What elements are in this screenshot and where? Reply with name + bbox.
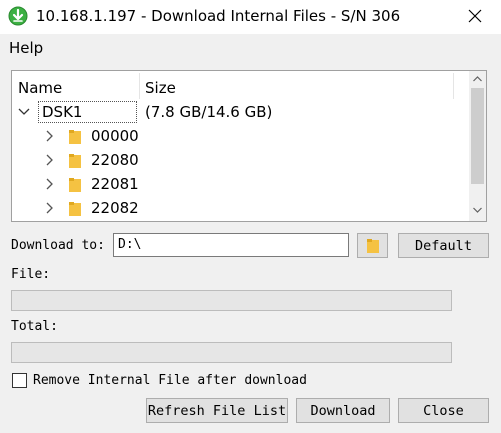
- tree-row-folder[interactable]: 22080: [12, 149, 468, 173]
- remove-after-download-label[interactable]: Remove Internal File after download: [33, 373, 307, 388]
- folder-label: 22081: [91, 175, 139, 193]
- remove-after-download-checkbox[interactable]: [12, 373, 27, 388]
- refresh-file-list-button[interactable]: Refresh File List: [146, 398, 288, 423]
- tree-scrollbar[interactable]: [469, 71, 486, 221]
- download-to-label: Download to:: [11, 238, 105, 253]
- download-button[interactable]: Download: [296, 398, 390, 423]
- scroll-up-icon[interactable]: [473, 76, 482, 82]
- chevron-down-icon[interactable]: [17, 105, 31, 119]
- menu-help[interactable]: Help: [9, 39, 43, 57]
- file-label: File:: [11, 267, 51, 282]
- file-tree[interactable]: Name Size DSK1 (7.8 GB/14.6 GB) 00000 22…: [11, 70, 487, 222]
- tree-row-folder[interactable]: 22082: [12, 197, 468, 221]
- chevron-right-icon[interactable]: [43, 153, 57, 167]
- app-download-icon: [8, 6, 28, 26]
- folder-label: 22082: [91, 199, 139, 217]
- chevron-right-icon[interactable]: [43, 201, 57, 215]
- close-button[interactable]: Close: [398, 398, 489, 423]
- drive-size: (7.8 GB/14.6 GB): [145, 103, 273, 121]
- tree-row-drive[interactable]: DSK1 (7.8 GB/14.6 GB): [12, 101, 468, 125]
- column-divider: [453, 73, 454, 99]
- folder-label: 00000: [91, 127, 139, 145]
- window-title: 10.168.1.197 - Download Internal Files -…: [36, 7, 401, 25]
- close-icon: [468, 9, 482, 23]
- scrollbar-thumb[interactable]: [471, 88, 484, 184]
- folder-icon: [69, 130, 81, 144]
- default-button[interactable]: Default: [398, 233, 489, 258]
- tree-row-folder[interactable]: 00000: [12, 125, 468, 149]
- tree-row-folder[interactable]: 22081: [12, 173, 468, 197]
- drive-label: DSK1: [42, 103, 83, 121]
- folder-icon: [366, 238, 379, 253]
- file-progress-bar: [11, 290, 452, 311]
- chevron-right-icon[interactable]: [43, 177, 57, 191]
- total-label: Total:: [11, 319, 58, 334]
- column-divider: [139, 73, 140, 99]
- folder-icon: [69, 178, 81, 192]
- folder-label: 22080: [91, 151, 139, 169]
- column-header-name[interactable]: Name: [18, 79, 62, 97]
- chevron-right-icon[interactable]: [43, 129, 57, 143]
- browse-folder-button[interactable]: [357, 233, 388, 258]
- window-close-button[interactable]: [455, 2, 495, 30]
- menu-bar: Help: [0, 34, 501, 62]
- folder-icon: [69, 154, 81, 168]
- total-progress-bar: [11, 342, 452, 363]
- download-path-input[interactable]: D:\: [113, 233, 349, 257]
- scroll-down-icon[interactable]: [473, 207, 482, 213]
- title-bar: 10.168.1.197 - Download Internal Files -…: [0, 0, 501, 34]
- column-header-size[interactable]: Size: [145, 79, 176, 97]
- folder-icon: [69, 202, 81, 216]
